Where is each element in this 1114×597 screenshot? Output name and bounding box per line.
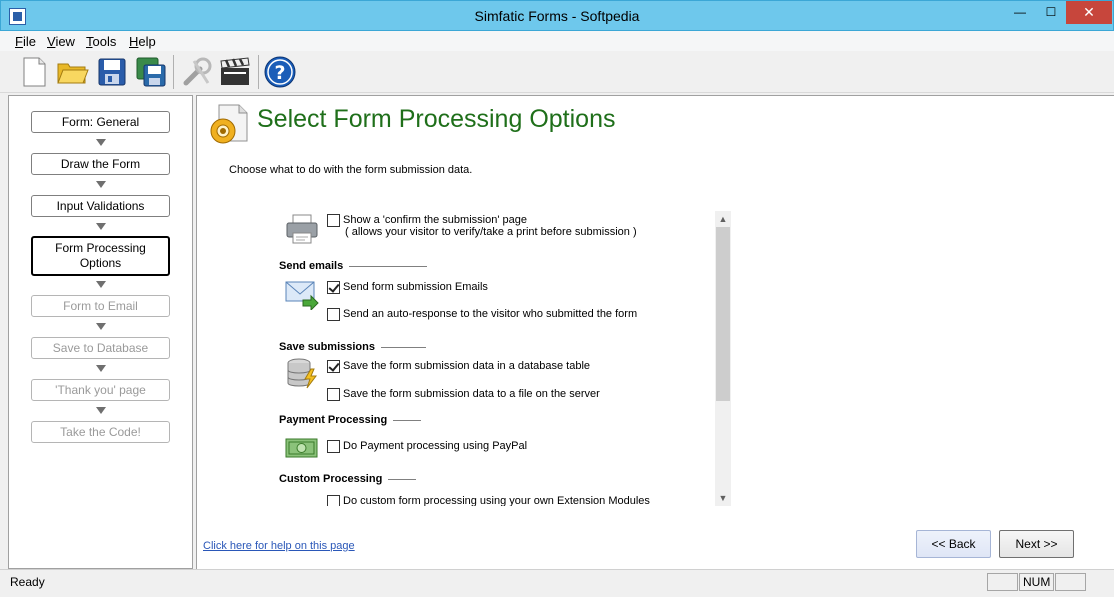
save-as-icon[interactable] (134, 55, 168, 89)
section-send-emails: Send emails (279, 260, 428, 272)
clapperboard-icon[interactable] (218, 55, 252, 89)
menu-file[interactable]: File (15, 34, 36, 49)
printer-icon (285, 213, 319, 245)
window-title: Simfatic Forms - Softpedia (474, 8, 640, 24)
step-arrow (96, 181, 106, 188)
menu-help-key: H (129, 34, 139, 49)
send-emails-option[interactable]: Send form submission Emails (327, 281, 488, 294)
section-custom-processing: Custom Processing (279, 473, 417, 485)
maximize-button[interactable]: ☐ (1037, 1, 1065, 24)
section-divider (393, 419, 422, 421)
section-divider (349, 265, 428, 267)
back-button[interactable]: << Back (916, 530, 991, 558)
money-icon (285, 433, 319, 465)
help-link[interactable]: Click here for help on this page (203, 540, 355, 552)
paypal-label: Do Payment processing using PayPal (343, 440, 528, 452)
step-input-validations[interactable]: Input Validations (31, 195, 170, 217)
page-subtitle: Choose what to do with the form submissi… (229, 164, 473, 176)
save-file-option[interactable]: Save the form submission data to a file … (327, 388, 600, 401)
custom-processing-checkbox[interactable] (327, 495, 340, 506)
step-arrow (96, 223, 106, 230)
scrollbar-thumb[interactable] (716, 227, 730, 401)
section-divider (388, 478, 417, 480)
options-scrollbar[interactable]: ▲ ▼ (715, 211, 731, 506)
save-db-checkbox[interactable] (327, 360, 340, 373)
step-thank-you-page: 'Thank you' page (31, 379, 170, 401)
save-db-option[interactable]: Save the form submission data in a datab… (327, 360, 590, 373)
confirm-page-label: Show a 'confirm the submission' page( al… (343, 214, 637, 238)
wizard-steps-panel: Form: General Draw the Form Input Valida… (8, 95, 193, 569)
processing-gear-icon (205, 101, 253, 149)
email-send-icon (285, 278, 319, 312)
new-document-icon[interactable] (17, 55, 51, 89)
title-bar: Simfatic Forms - Softpedia — ☐ ✕ (0, 0, 1114, 31)
section-send-emails-label: Send emails (279, 260, 344, 272)
send-emails-checkbox[interactable] (327, 281, 340, 294)
custom-processing-option[interactable]: Do custom form processing using your own… (327, 495, 650, 506)
toolbar-separator (258, 55, 259, 89)
custom-processing-label: Do custom form processing using your own… (343, 495, 650, 506)
step-arrow (96, 323, 106, 330)
help-icon[interactable]: ? (263, 55, 297, 89)
save-file-checkbox[interactable] (327, 388, 340, 401)
step-draw-the-form[interactable]: Draw the Form (31, 153, 170, 175)
step-take-the-code: Take the Code! (31, 421, 170, 443)
menu-view[interactable]: View (47, 34, 75, 49)
step-save-to-database: Save to Database (31, 337, 170, 359)
close-button[interactable]: ✕ (1066, 1, 1112, 24)
scroll-down-arrow-icon[interactable]: ▼ (715, 490, 731, 506)
confirm-page-checkbox[interactable] (327, 214, 340, 227)
page-title: Select Form Processing Options (257, 105, 616, 133)
confirm-page-subtext: ( allows your visitor to verify/take a p… (345, 226, 637, 238)
status-bar: Ready NUM (0, 569, 1114, 597)
menu-tools-label: ools (92, 34, 117, 49)
send-emails-label: Send form submission Emails (343, 281, 488, 293)
auto-response-label: Send an auto-response to the visitor who… (343, 308, 638, 320)
options-scroll-area[interactable]: Show a 'confirm the submission' page( al… (275, 211, 731, 506)
auto-response-option[interactable]: Send an auto-response to the visitor who… (327, 308, 637, 321)
confirm-page-text: Show a 'confirm the submission' page (343, 214, 527, 226)
section-payment-processing: Payment Processing (279, 414, 422, 426)
status-text: Ready (10, 575, 45, 589)
save-icon[interactable] (95, 55, 129, 89)
step-arrow (96, 365, 106, 372)
section-divider (381, 346, 426, 348)
main-panel: Select Form Processing Options Choose wh… (196, 95, 1114, 569)
status-scroll-box (1055, 573, 1086, 591)
step-arrow (96, 407, 106, 414)
menu-view-label: iew (55, 34, 75, 49)
menu-bar: File View Tools Help (0, 31, 1114, 51)
svg-text:?: ? (274, 62, 285, 84)
section-custom-processing-label: Custom Processing (279, 473, 383, 485)
paypal-checkbox[interactable] (327, 440, 340, 453)
step-form-processing-options[interactable]: Form Processing Options (31, 236, 170, 276)
section-save-submissions: Save submissions (279, 341, 426, 353)
paypal-option[interactable]: Do Payment processing using PayPal (327, 440, 527, 453)
step-arrow (96, 139, 106, 146)
confirm-page-option[interactable]: Show a 'confirm the submission' page( al… (327, 214, 637, 238)
menu-file-key: F (15, 34, 23, 49)
toolbar-separator (173, 55, 174, 89)
next-button[interactable]: Next >> (999, 530, 1074, 558)
database-icon (285, 357, 319, 389)
section-save-submissions-label: Save submissions (279, 341, 375, 353)
save-db-label: Save the form submission data in a datab… (343, 360, 591, 372)
minimize-button[interactable]: — (1003, 1, 1037, 24)
menu-file-label: ile (22, 34, 36, 49)
status-caps-box (987, 573, 1018, 591)
scroll-up-arrow-icon[interactable]: ▲ (715, 211, 731, 227)
status-num-box: NUM (1019, 573, 1054, 591)
section-payment-processing-label: Payment Processing (279, 414, 388, 426)
auto-response-checkbox[interactable] (327, 308, 340, 321)
toolbar: ? (0, 51, 1114, 93)
save-file-label: Save the form submission data to a file … (343, 388, 600, 400)
step-arrow (96, 281, 106, 288)
open-folder-icon[interactable] (55, 55, 89, 89)
menu-help-label: elp (138, 34, 156, 49)
menu-tools[interactable]: Tools (86, 34, 116, 49)
settings-tool-icon[interactable] (180, 55, 214, 89)
step-form-general[interactable]: Form: General (31, 111, 170, 133)
step-form-to-email: Form to Email (31, 295, 170, 317)
menu-help[interactable]: Help (129, 34, 156, 49)
